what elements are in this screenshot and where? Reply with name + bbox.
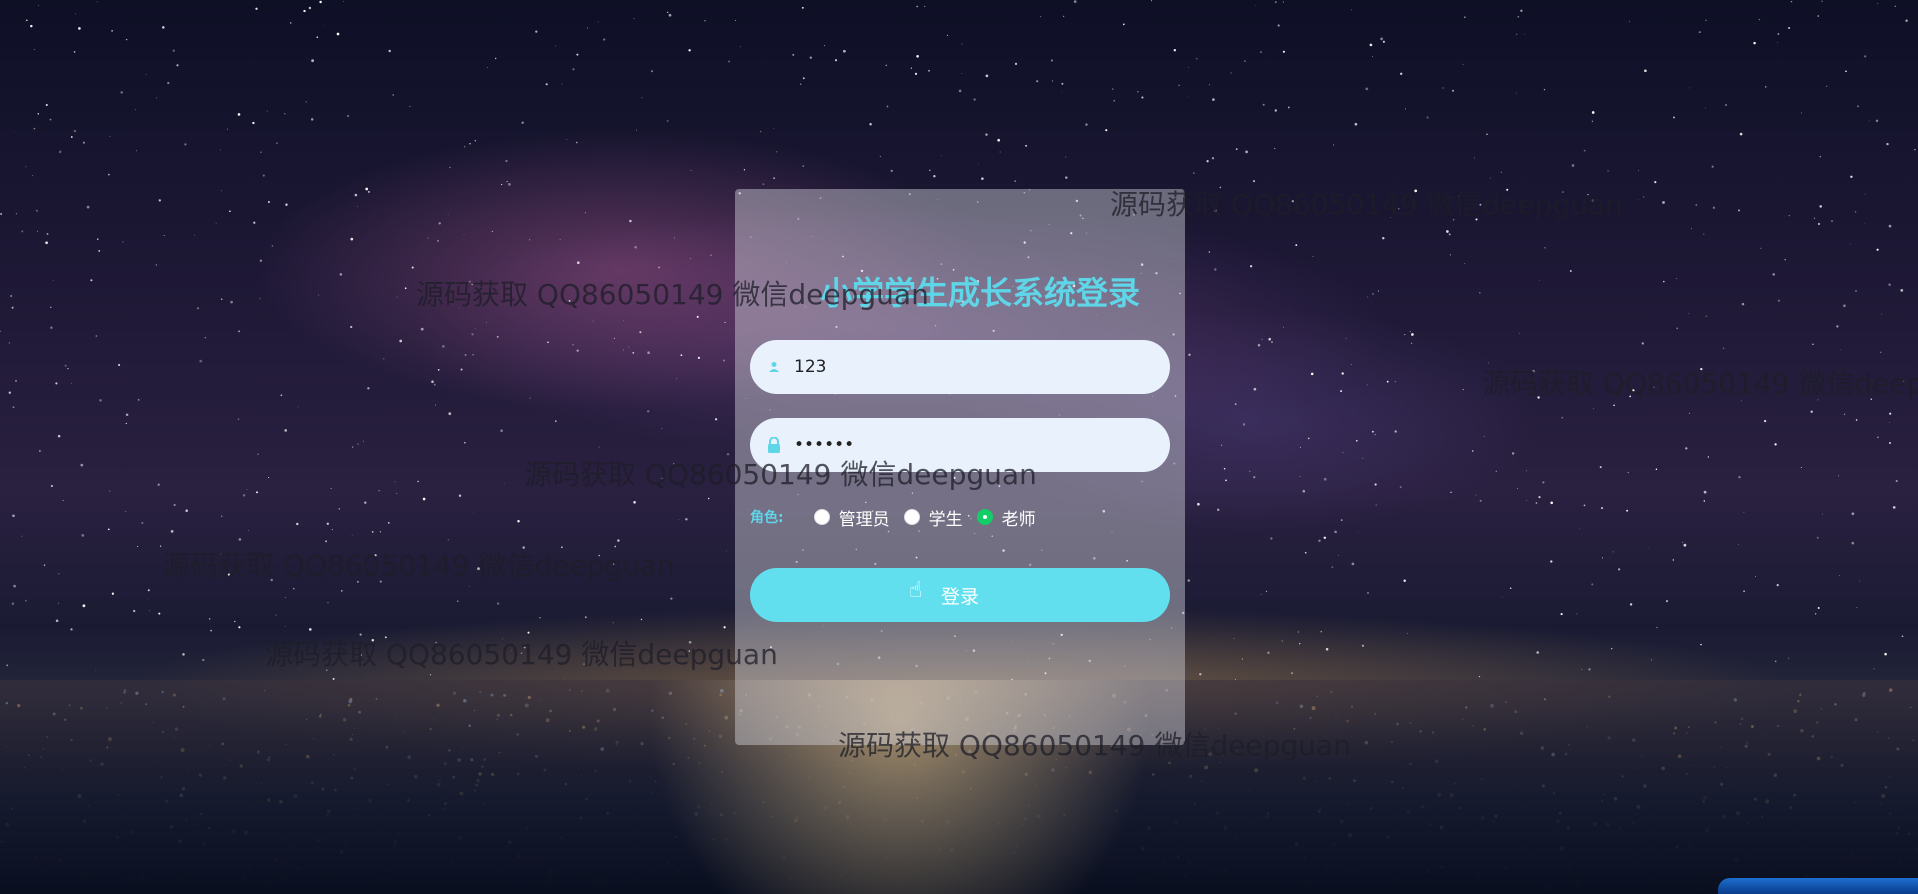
username-input[interactable] — [792, 356, 1156, 378]
role-admin-label: 管理员 — [838, 509, 890, 530]
password-field[interactable] — [750, 418, 1170, 472]
login-button[interactable]: 登录 — [750, 568, 1170, 622]
radio-admin-dot[interactable] — [813, 509, 830, 525]
user-icon — [762, 355, 786, 379]
role-radio-student[interactable]: 学生 — [903, 505, 963, 530]
radio-teacher-dot[interactable] — [976, 509, 993, 525]
lock-icon — [762, 433, 786, 457]
role-student-label: 学生 — [928, 509, 963, 530]
role-radio-teacher[interactable]: 老师 — [976, 505, 1036, 530]
radio-student-dot[interactable] — [903, 509, 920, 525]
corner-widget[interactable] — [1718, 878, 1918, 894]
role-label: 角色: — [750, 510, 784, 526]
role-radio-admin[interactable]: 管理员 — [813, 505, 890, 530]
password-input[interactable] — [792, 434, 1156, 456]
login-title: 小学学生成长系统登录 — [819, 274, 1140, 312]
username-field[interactable] — [750, 340, 1170, 394]
role-selector: 角色: 管理员 学生 老师 — [750, 504, 1050, 530]
login-title-wrap: 小学学生成长系统登录 — [735, 268, 1185, 314]
role-teacher-label: 老师 — [1001, 509, 1036, 530]
